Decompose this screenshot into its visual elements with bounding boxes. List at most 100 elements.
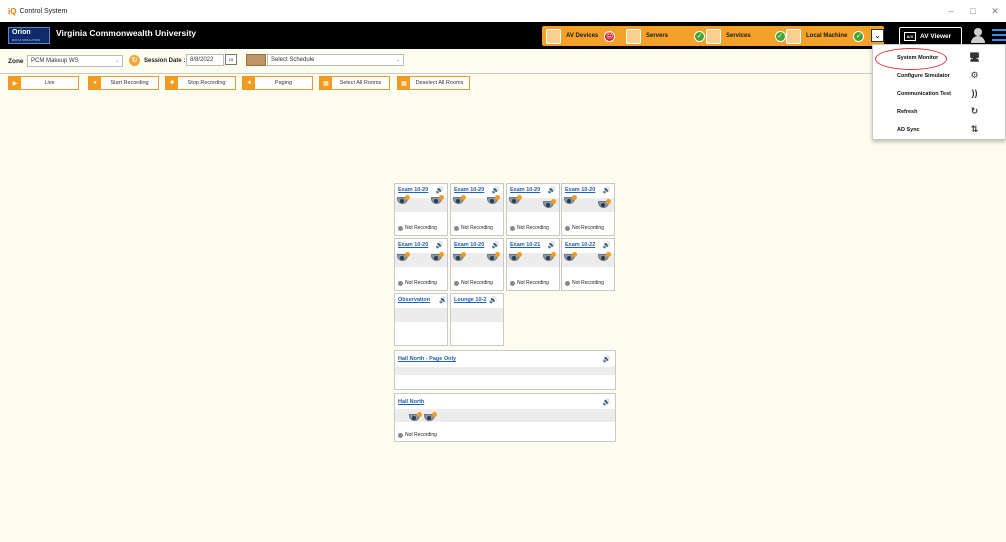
speaker-icon[interactable]: 🔊 [439, 296, 447, 304]
recording-status: Not Recording [510, 280, 549, 286]
window-controls: – □ ✕ [940, 0, 1006, 22]
room-name-link[interactable]: Exam 10-22 [565, 242, 595, 248]
menu-item-refresh[interactable]: Refresh ↻ [873, 103, 1006, 121]
app-icon: iQ [8, 6, 17, 16]
room-name-link[interactable]: Exam 10-20 [398, 242, 428, 248]
room-tile[interactable]: Exam 10-20 🔊 Not Recording [561, 183, 615, 236]
camera-icon[interactable] [543, 252, 556, 263]
camera-icon[interactable] [397, 195, 410, 206]
room-tile[interactable]: Exam 10-20 🔊 Not Recording [394, 238, 448, 291]
speaker-icon[interactable]: 🔊 [603, 241, 611, 249]
stop-recording-button[interactable]: ■ Stop Recording [165, 76, 236, 90]
speaker-icon[interactable]: 🔊 [436, 241, 444, 249]
speaker-icon[interactable]: 🔊 [548, 241, 556, 249]
camera-icon[interactable] [509, 252, 522, 263]
paging-button[interactable]: ◄ Paging [242, 76, 313, 90]
camera-icon[interactable] [424, 412, 437, 423]
recording-status: Not Recording [398, 225, 437, 231]
start-recording-button[interactable]: ● Start Recording [88, 76, 159, 90]
live-label: Live [44, 80, 55, 86]
room-name-link[interactable]: Exam 10-20 [398, 187, 428, 193]
refresh-icon[interactable]: ↻ [129, 55, 140, 66]
speaker-icon[interactable]: 🔊 [603, 186, 611, 194]
status-av-devices[interactable]: AV Devices ☹ [546, 26, 616, 46]
room-tile-wide[interactable]: Hall North - Page Only 🔊 [394, 350, 616, 390]
camera-icon[interactable] [487, 252, 500, 263]
room-name-link[interactable]: Exam 10-20 [565, 187, 595, 193]
live-button[interactable]: ▶ Live [8, 76, 79, 90]
grid-icon: ▦ [320, 77, 332, 89]
close-icon[interactable]: ✕ [984, 6, 1006, 17]
check-icon: ✓ [774, 30, 786, 42]
room-tile[interactable]: Exam 10-20 🔊 Not Recording [450, 183, 504, 236]
speaker-icon[interactable]: 🔊 [436, 186, 444, 194]
room-name-link[interactable]: Hall North [398, 399, 424, 405]
camera-icon[interactable] [409, 412, 422, 423]
camera-icon[interactable] [397, 252, 410, 263]
room-tile[interactable]: Exam 10-20 🔊 Not Recording [450, 238, 504, 291]
camera-icon[interactable] [487, 195, 500, 206]
error-icon: ☹ [604, 30, 616, 42]
camera-warning-icon[interactable] [598, 199, 611, 210]
select-all-rooms-button[interactable]: ▦ Select All Rooms [319, 76, 390, 90]
room-tile[interactable]: Exam 10-21 🔊 Not Recording [506, 238, 560, 291]
room-tile[interactable]: Exam 10-20 🔊 Not Recording [506, 183, 560, 236]
schedule-select[interactable]: Select Schedule ⌄ [267, 54, 404, 66]
calendar-icon[interactable]: 15 [225, 54, 237, 65]
camera-icon[interactable] [453, 195, 466, 206]
camera-icon[interactable] [598, 252, 611, 263]
camera-icon[interactable] [431, 195, 444, 206]
speaker-icon[interactable]: 🔊 [489, 296, 497, 304]
camera-warning-icon[interactable] [543, 199, 556, 210]
speaker-icon[interactable]: 🔊 [492, 186, 500, 194]
room-tile[interactable]: Observation 🔊 [394, 293, 448, 346]
room-name-link[interactable]: Exam 10-20 [510, 187, 540, 193]
minimize-icon[interactable]: – [940, 6, 962, 16]
status-services[interactable]: Services ✓ [706, 26, 786, 46]
menu-item-ad-sync[interactable]: AD Sync ⇅ [873, 121, 1006, 139]
room-name-link[interactable]: Lounge 10-2 [454, 297, 486, 303]
status-local-machine[interactable]: Local Machine ✓ [786, 26, 865, 46]
room-tile[interactable]: Exam 10-22 🔊 Not Recording [561, 238, 615, 291]
camera-icon[interactable] [564, 195, 577, 206]
chevron-down-icon[interactable]: ⌄ [871, 29, 884, 42]
maximize-icon[interactable]: □ [962, 6, 984, 16]
schedule-value: Select Schedule [271, 57, 315, 63]
camera-icon[interactable] [453, 252, 466, 263]
check-icon: ✓ [853, 30, 865, 42]
zone-select[interactable]: PCM Makeup WS ⌄ [27, 55, 123, 67]
room-tile[interactable]: Exam 10-20 🔊 Not Recording [394, 183, 448, 236]
status-label: AV Devices [566, 33, 599, 39]
action-toolbar: ▶ Live ● Start Recording ■ Stop Recordin… [0, 76, 1006, 92]
status-label: Servers [646, 33, 669, 39]
speaker-icon[interactable]: 🔊 [548, 186, 556, 194]
av-viewer-label: AV Viewer [920, 32, 952, 40]
start-recording-label: Start Recording [110, 80, 149, 86]
speaker-icon[interactable]: 🔊 [603, 398, 611, 406]
services-icon [706, 28, 721, 44]
room-name-link[interactable]: Exam 10-20 [454, 187, 484, 193]
user-icon[interactable] [970, 27, 986, 45]
speaker-icon[interactable]: 🔊 [492, 241, 500, 249]
hamburger-menu-icon[interactable] [992, 29, 1006, 43]
room-tile-wide[interactable]: Hall North 🔊 Not Recording [394, 393, 616, 442]
camera-icon[interactable] [431, 252, 444, 263]
session-date-input[interactable]: 8/8/2022 [186, 54, 224, 66]
camera-icon[interactable] [509, 195, 522, 206]
room-tile[interactable]: Lounge 10-2 🔊 [450, 293, 504, 346]
local-machine-icon [786, 28, 801, 44]
chevron-down-icon: ⌄ [114, 58, 119, 64]
window-titlebar: iQ Control System [0, 0, 1006, 22]
room-name-link[interactable]: Exam 10-20 [454, 242, 484, 248]
status-servers[interactable]: Servers ✓ [626, 26, 706, 46]
room-name-link[interactable]: Hall North - Page Only [398, 356, 456, 362]
deselect-all-rooms-button[interactable]: ▦ Deselect All Rooms [397, 76, 470, 90]
speaker-icon[interactable]: 🔊 [603, 355, 611, 363]
room-name-link[interactable]: Exam 10-21 [510, 242, 540, 248]
menu-item-communication-test[interactable]: Communication Test )) [873, 85, 1006, 103]
stop-recording-label: Stop Recording [187, 80, 226, 86]
menu-item-configure-simulator[interactable]: Configure Simulator ⚙ [873, 67, 1006, 85]
av-viewer-button[interactable]: A/V AV Viewer [899, 27, 962, 45]
camera-icon[interactable] [564, 252, 577, 263]
room-name-link[interactable]: Observation [398, 297, 430, 303]
